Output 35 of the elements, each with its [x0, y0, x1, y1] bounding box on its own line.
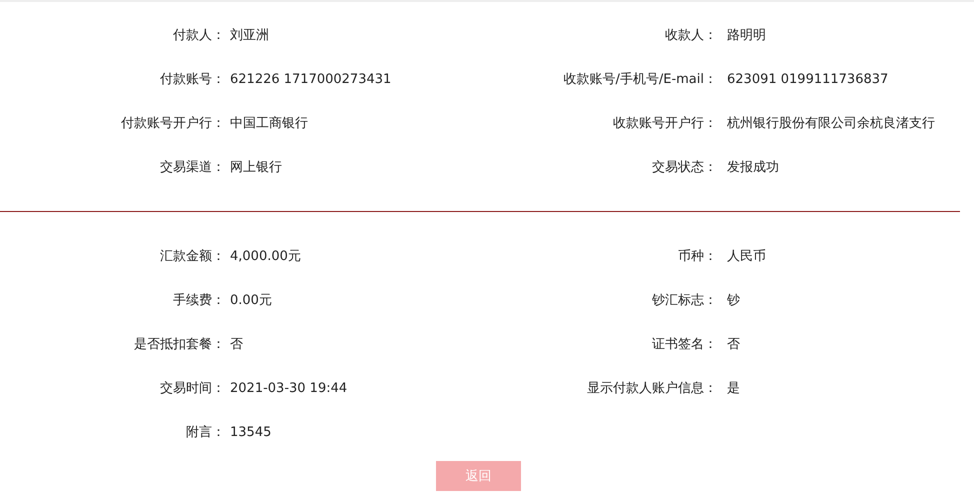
- field-label: 收款账号开户行：: [613, 115, 717, 132]
- field-value: 623091 0199111736837: [726, 72, 888, 86]
- field-label: 交易时间：: [160, 380, 225, 397]
- field-label: 钞汇标志：: [652, 292, 717, 309]
- field-value: 发报成功: [726, 159, 779, 176]
- field-label: 币种：: [678, 248, 717, 265]
- field-value: 钞: [726, 292, 740, 309]
- field-label: 收款人：: [665, 27, 717, 44]
- field-value: 刘亚洲: [229, 27, 269, 44]
- field-value: 是: [726, 380, 740, 397]
- field-value: 621226 1717000273431: [229, 72, 392, 86]
- field-label: 证书签名：: [652, 336, 717, 353]
- field-value: 否: [229, 336, 243, 353]
- field-value: 人民币: [726, 248, 766, 265]
- field-value: 2021-03-30 19:44: [229, 380, 348, 396]
- field-label: 是否抵扣套餐：: [134, 336, 225, 353]
- field-value: 网上银行: [229, 159, 282, 176]
- field-value: 4,000.00元: [229, 248, 301, 265]
- field-value: 路明明: [726, 27, 766, 44]
- field-label: 付款账号：: [160, 71, 225, 88]
- field-label: 交易渠道：: [160, 159, 225, 176]
- field-value: 杭州银行股份有限公司余杭良渚支行: [726, 115, 935, 132]
- field-label: 附言：: [186, 424, 225, 441]
- field-label: 手续费：: [173, 292, 225, 309]
- field-value: 13545: [229, 424, 272, 440]
- field-value: 0.00元: [229, 292, 272, 309]
- back-button[interactable]: 返回: [436, 461, 521, 491]
- field-label: 收款账号/手机号/E-mail：: [563, 71, 717, 88]
- field-value: 中国工商银行: [229, 115, 308, 132]
- field-label: 交易状态：: [652, 159, 717, 176]
- field-label: 付款账号开户行：: [121, 115, 225, 132]
- field-label: 汇款金额：: [160, 248, 225, 265]
- field-label: 显示付款人账户信息：: [587, 380, 717, 397]
- field-label: 付款人：: [173, 27, 225, 44]
- field-value: 否: [726, 336, 740, 353]
